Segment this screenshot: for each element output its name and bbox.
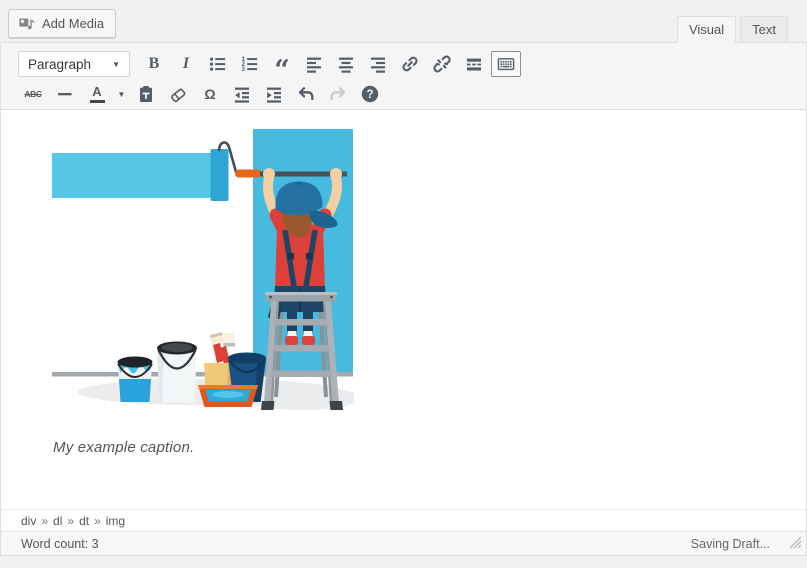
path-separator: » xyxy=(41,513,49,528)
toolbar-row-2: ABC A ▼ Ω ? xyxy=(18,80,798,108)
numbered-list-button[interactable]: 123 xyxy=(235,51,265,77)
svg-text:3: 3 xyxy=(242,67,246,73)
editor-container: Paragraph ▼ B I 123 “ ABC A ▼ Ω ? My exa… xyxy=(0,42,807,556)
resize-grip-icon[interactable] xyxy=(787,534,802,552)
editor-content-area[interactable]: My example caption. xyxy=(1,110,806,509)
align-right-button[interactable] xyxy=(363,51,393,77)
chevron-down-icon: ▼ xyxy=(112,59,120,69)
element-path-bar: div » dl » dt » img xyxy=(1,509,806,531)
add-media-icon xyxy=(19,18,35,30)
toolbar-row-1: Paragraph ▼ B I 123 “ xyxy=(18,48,798,86)
path-item-img[interactable]: img xyxy=(106,514,125,528)
word-count-label: Word count: xyxy=(21,536,89,551)
more-tag-button[interactable] xyxy=(459,51,489,77)
svg-text:?: ? xyxy=(366,89,373,101)
editor-status-bar: Word count: 3 Saving Draft... xyxy=(1,531,806,555)
strikethrough-button[interactable]: ABC xyxy=(18,81,48,107)
paste-as-text-icon xyxy=(140,86,152,102)
unlink-button[interactable] xyxy=(427,51,457,77)
special-character-button[interactable]: Ω xyxy=(195,81,225,107)
horizontal-rule-button[interactable] xyxy=(50,81,80,107)
numbered-list-icon: 123 xyxy=(242,57,258,73)
increase-indent-button[interactable] xyxy=(259,81,289,107)
help-button[interactable]: ? xyxy=(355,81,385,107)
editor-mode-tabs: Visual Text xyxy=(676,16,788,43)
eraser-icon xyxy=(171,88,186,103)
italic-button[interactable]: I xyxy=(171,51,201,77)
redo-button[interactable] xyxy=(323,81,353,107)
text-color-button[interactable]: A xyxy=(82,81,112,107)
unlink-icon xyxy=(433,55,451,73)
tab-visual[interactable]: Visual xyxy=(676,16,737,43)
editor-tools-bar: Add Media Visual Text xyxy=(0,0,807,43)
chevron-down-icon: ▼ xyxy=(117,89,126,99)
wall-painting-illustration[interactable] xyxy=(52,129,354,419)
add-media-label: Add Media xyxy=(42,15,105,31)
saving-status: Saving Draft... xyxy=(690,536,770,551)
path-separator: » xyxy=(67,513,75,528)
align-center-button[interactable] xyxy=(331,51,361,77)
more-tag-icon xyxy=(467,58,481,71)
image-caption[interactable]: My example caption. xyxy=(53,439,194,456)
path-item-div[interactable]: div xyxy=(21,514,36,528)
clear-formatting-button[interactable] xyxy=(163,81,193,107)
keyboard-icon xyxy=(497,58,515,71)
align-left-button[interactable] xyxy=(299,51,329,77)
bold-button[interactable]: B xyxy=(139,51,169,77)
redo-icon xyxy=(330,87,346,101)
blockquote-button[interactable]: “ xyxy=(267,51,297,86)
paste-as-text-button[interactable] xyxy=(131,81,161,107)
bold-icon: B xyxy=(148,55,160,72)
undo-icon xyxy=(298,87,314,101)
paragraph-format-value: Paragraph xyxy=(28,56,92,72)
word-count-value: 3 xyxy=(91,536,99,551)
path-separator: » xyxy=(94,513,101,528)
toolbar-toggle-button[interactable] xyxy=(491,51,521,77)
link-button[interactable] xyxy=(395,51,425,77)
editor-toolbar: Paragraph ▼ B I 123 “ ABC A ▼ Ω ? xyxy=(1,43,806,110)
help-icon: ? xyxy=(361,85,379,103)
undo-button[interactable] xyxy=(291,81,321,107)
blockquote-icon: “ xyxy=(274,54,290,86)
link-icon xyxy=(402,56,418,72)
text-color-icon: A xyxy=(89,85,105,103)
text-color-dropdown-button[interactable]: ▼ xyxy=(114,81,129,107)
paragraph-format-select[interactable]: Paragraph ▼ xyxy=(18,51,130,77)
path-item-dl[interactable]: dl xyxy=(53,514,62,528)
bullet-list-icon xyxy=(210,57,226,71)
special-character-icon: Ω xyxy=(204,86,216,102)
strikethrough-icon: ABC xyxy=(24,89,42,99)
add-media-button[interactable]: Add Media xyxy=(8,9,117,38)
decrease-indent-button[interactable] xyxy=(227,81,257,107)
align-center-icon xyxy=(339,57,353,73)
indent-icon xyxy=(267,87,281,103)
align-right-icon xyxy=(371,57,385,73)
align-left-icon xyxy=(307,57,321,73)
italic-icon: I xyxy=(182,55,190,72)
outdent-icon xyxy=(235,87,249,103)
word-count: Word count: 3 xyxy=(21,537,99,551)
bullet-list-button[interactable] xyxy=(203,51,233,77)
horizontal-rule-icon xyxy=(58,93,72,96)
tab-text[interactable]: Text xyxy=(740,16,788,43)
path-item-dt[interactable]: dt xyxy=(79,514,89,528)
